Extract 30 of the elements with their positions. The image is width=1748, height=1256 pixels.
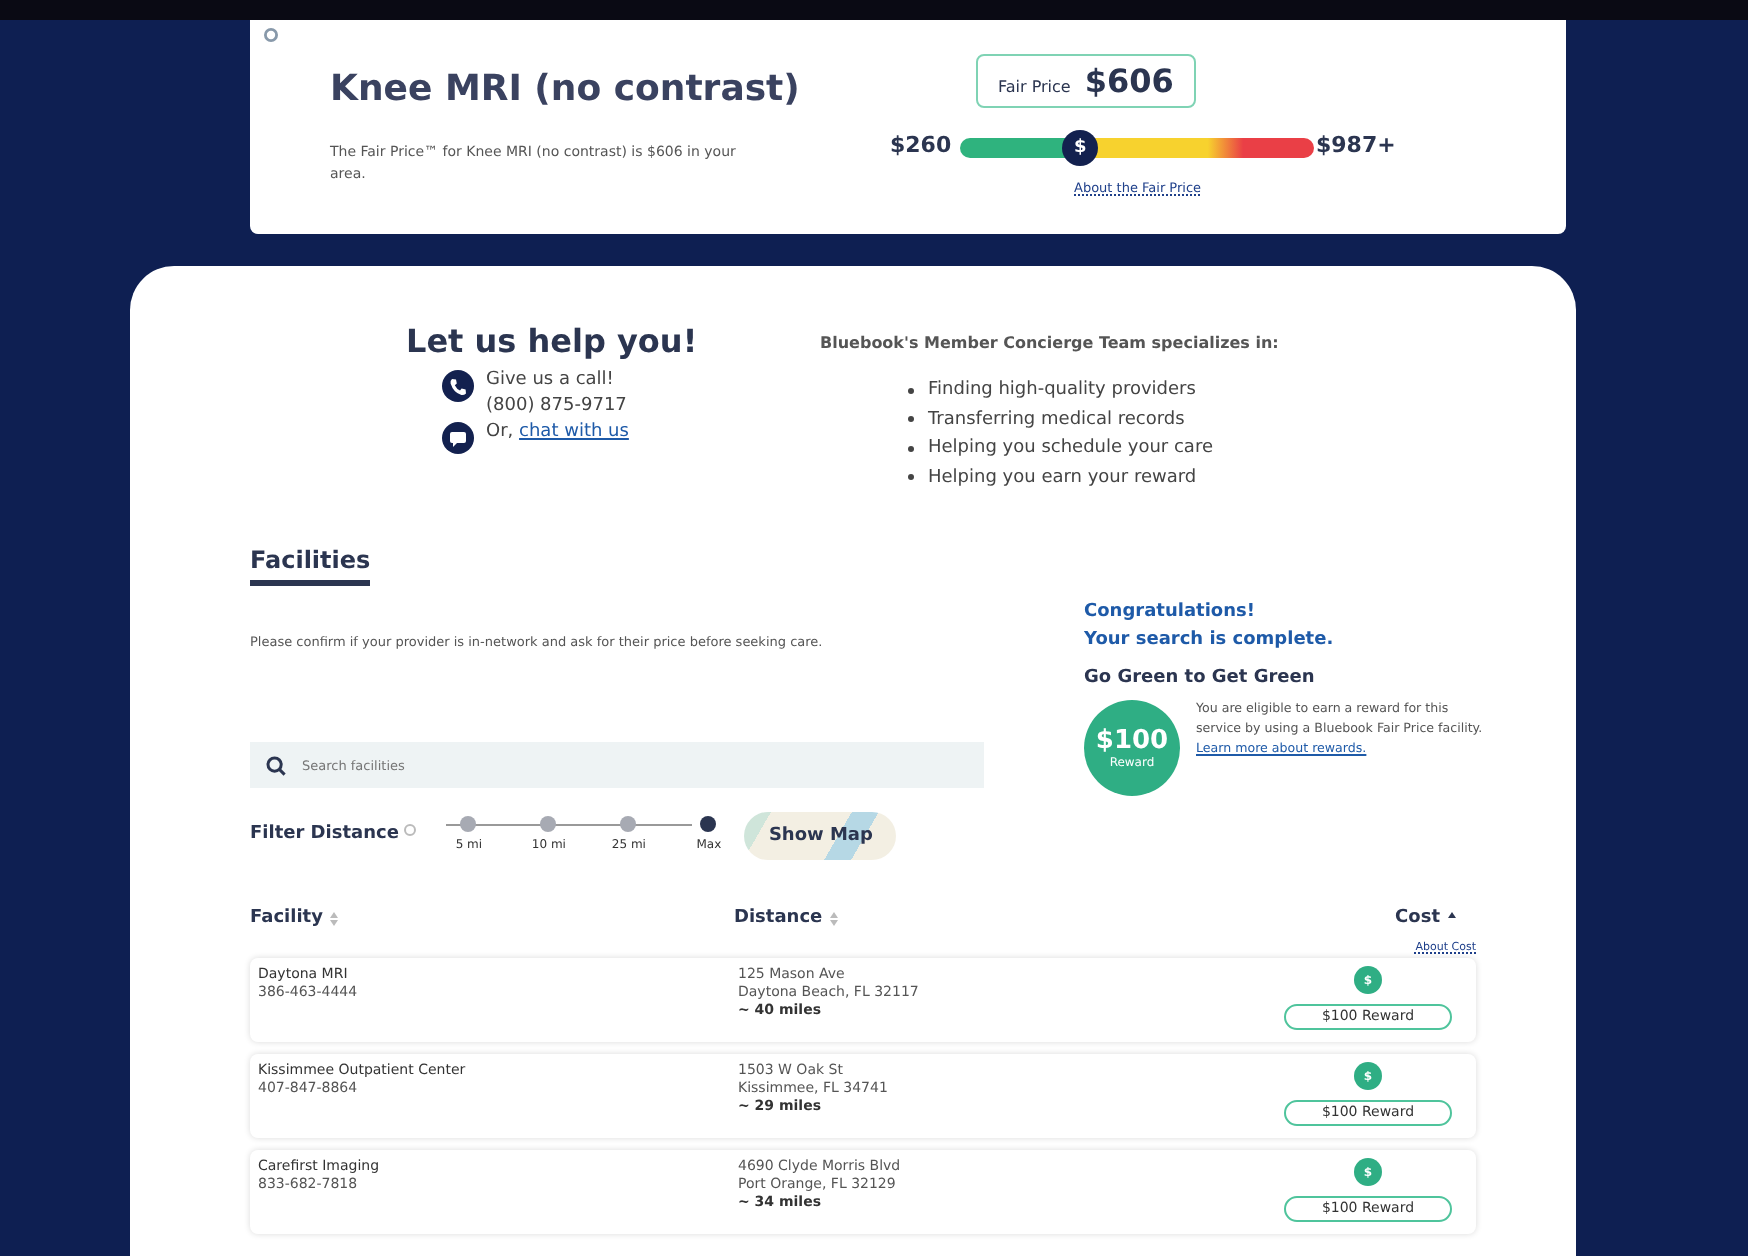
info-icon bbox=[404, 824, 417, 836]
fair-price-label: Fair Price bbox=[998, 78, 1071, 96]
phone-icon bbox=[442, 370, 474, 402]
team-heading: Bluebook's Member Concierge Team specializes in: bbox=[820, 334, 1279, 352]
chat-prefix: Or, bbox=[486, 422, 514, 442]
price-low: $260 bbox=[890, 132, 952, 158]
call-label: Give us a call! bbox=[486, 368, 616, 394]
column-header[interactable]: Cost bbox=[1395, 908, 1440, 928]
procedure-title: Knee MRI (no contrast) bbox=[330, 68, 802, 110]
chat-link[interactable]: chat with us bbox=[519, 422, 629, 442]
service-item: Finding high-quality providers bbox=[908, 376, 1196, 405]
facilities-tab[interactable]: Facilities bbox=[250, 546, 371, 586]
column-header[interactable]: Facility bbox=[250, 908, 323, 928]
show-map-button[interactable]: Show Map bbox=[744, 812, 897, 860]
search-complete-text: Your search is complete. bbox=[1084, 628, 1336, 654]
price-marker: $ bbox=[1062, 130, 1099, 166]
chat-icon bbox=[442, 422, 474, 454]
filter-distance-label: Filter Distance bbox=[250, 824, 399, 844]
fair-price-value: $606 bbox=[1084, 62, 1174, 100]
congratulations-text: Congratulations! bbox=[1084, 600, 1257, 626]
service-item: Helping you earn your reward bbox=[908, 463, 1197, 492]
reward-amount: $100 bbox=[1095, 726, 1169, 756]
help-title: Let us help you! bbox=[406, 322, 700, 360]
service-item: Helping you schedule your care bbox=[908, 434, 1213, 463]
reward-heading: Go Green to Get Green bbox=[1084, 668, 1317, 688]
column-header[interactable]: Distance bbox=[734, 908, 823, 928]
phone-number[interactable]: (800) 875-9717 bbox=[486, 394, 627, 420]
price-high: $987+ bbox=[1316, 132, 1396, 158]
search-icon bbox=[266, 755, 286, 775]
service-item: Transferring medical records bbox=[908, 405, 1185, 434]
